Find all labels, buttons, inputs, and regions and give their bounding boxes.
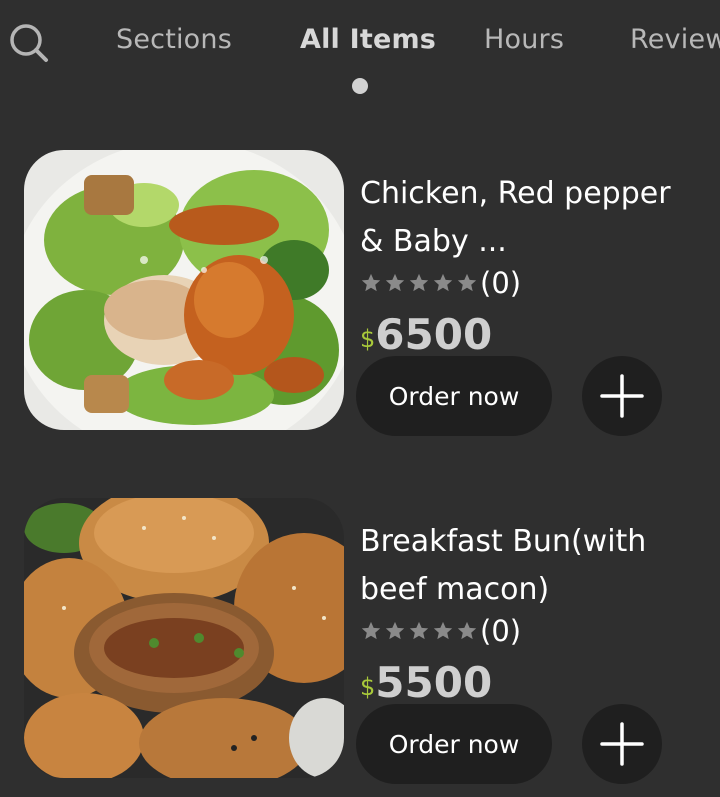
star-icon — [409, 621, 429, 640]
active-tab-indicator — [352, 78, 368, 94]
top-nav: Sections All Items Hours Reviews — [0, 0, 720, 100]
plus-icon — [600, 722, 644, 766]
star-icon — [385, 273, 405, 292]
star-icon — [361, 621, 381, 640]
star-icon — [409, 273, 429, 292]
tab-reviews[interactable]: Reviews — [630, 24, 720, 55]
rating-count: (0) — [480, 614, 522, 648]
plus-icon — [600, 374, 644, 418]
star-icon — [433, 273, 453, 292]
item-price: $6500 — [360, 310, 492, 359]
currency-symbol: $ — [360, 673, 376, 701]
item-image[interactable] — [24, 498, 344, 778]
search-icon[interactable] — [8, 22, 50, 64]
rating-stars — [360, 272, 478, 294]
salad-image — [24, 150, 344, 430]
star-icon — [361, 273, 381, 292]
star-icon — [457, 273, 477, 292]
buns-image — [24, 498, 344, 778]
price-amount: 5500 — [375, 658, 493, 707]
item-rating: (0) — [360, 613, 521, 649]
menu-item-card: Chicken, Red pepper & Baby ... (0) $6500… — [0, 150, 720, 440]
star-icon — [433, 621, 453, 640]
app: Sections All Items Hours Reviews — [0, 0, 720, 797]
tab-hours[interactable]: Hours — [484, 24, 564, 55]
order-now-button[interactable]: Order now — [356, 356, 552, 436]
tab-all-items[interactable]: All Items — [300, 24, 436, 55]
item-image[interactable] — [24, 150, 344, 430]
tab-sections[interactable]: Sections — [116, 24, 232, 55]
item-rating: (0) — [360, 265, 521, 301]
add-to-cart-button[interactable] — [582, 704, 662, 784]
price-amount: 6500 — [375, 310, 493, 359]
add-to-cart-button[interactable] — [582, 356, 662, 436]
rating-stars — [360, 620, 478, 642]
item-name[interactable]: Breakfast Bun(with beef macon) — [360, 518, 700, 614]
star-icon — [457, 621, 477, 640]
order-now-button[interactable]: Order now — [356, 704, 552, 784]
currency-symbol: $ — [360, 325, 376, 353]
item-name[interactable]: Chicken, Red pepper & Baby ... — [360, 170, 700, 266]
item-price: $5500 — [360, 658, 492, 707]
menu-item-card: Breakfast Bun(with beef macon) (0) $5500… — [0, 498, 720, 788]
rating-count: (0) — [480, 266, 522, 300]
star-icon — [385, 621, 405, 640]
